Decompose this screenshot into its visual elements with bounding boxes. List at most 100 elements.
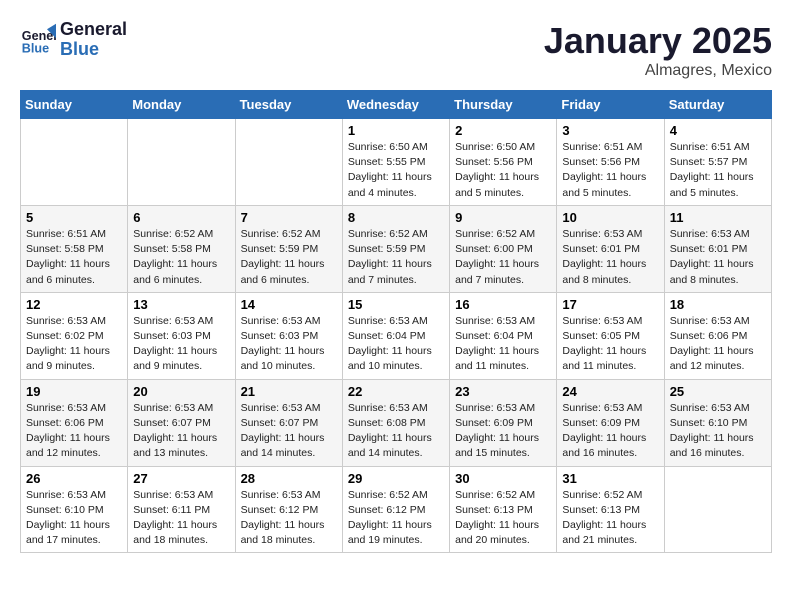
day-info: Sunrise: 6:53 AM Sunset: 6:11 PM Dayligh… — [133, 488, 229, 549]
calendar-cell: 6Sunrise: 6:52 AM Sunset: 5:58 PM Daylig… — [128, 205, 235, 292]
calendar-cell: 4Sunrise: 6:51 AM Sunset: 5:57 PM Daylig… — [664, 119, 771, 206]
day-number: 21 — [241, 384, 337, 399]
logo-icon: General Blue — [20, 22, 56, 58]
day-number: 9 — [455, 210, 551, 225]
calendar-cell: 28Sunrise: 6:53 AM Sunset: 6:12 PM Dayli… — [235, 466, 342, 553]
calendar-cell — [664, 466, 771, 553]
day-number: 17 — [562, 297, 658, 312]
calendar-body: 1 Sunrise: 6:50 AM Sunset: 5:55 PM Daylig… — [21, 119, 772, 553]
day-number: 1 — [348, 123, 444, 138]
day-info: Sunrise: 6:53 AM Sunset: 6:09 PM Dayligh… — [455, 401, 551, 462]
calendar-header: SundayMondayTuesdayWednesdayThursdayFrid… — [21, 91, 772, 119]
calendar-title: January 2025 — [544, 20, 772, 62]
calendar-week-row: 5 Sunrise: 6:51 AM Sunset: 5:58 PM Daylig… — [21, 205, 772, 292]
day-number: 14 — [241, 297, 337, 312]
day-number: 18 — [670, 297, 766, 312]
day-number: 29 — [348, 471, 444, 486]
day-number: 16 — [455, 297, 551, 312]
calendar-cell — [21, 119, 128, 206]
day-number: 20 — [133, 384, 229, 399]
day-number: 7 — [241, 210, 337, 225]
calendar-cell — [235, 119, 342, 206]
header-row: SundayMondayTuesdayWednesdayThursdayFrid… — [21, 91, 772, 119]
day-info: Sunrise: 6:52 AM Sunset: 5:59 PM Dayligh… — [348, 227, 444, 288]
day-number: 3 — [562, 123, 658, 138]
calendar-cell — [128, 119, 235, 206]
day-info: Sunrise: 6:52 AM Sunset: 6:13 PM Dayligh… — [455, 488, 551, 549]
day-number: 13 — [133, 297, 229, 312]
calendar-cell: 20 Sunrise: 6:53 AM Sunset: 6:07 PM Dayli… — [128, 379, 235, 466]
day-info: Sunrise: 6:53 AM Sunset: 6:01 PM Dayligh… — [562, 227, 658, 288]
day-info: Sunrise: 6:51 AM Sunset: 5:58 PM Dayligh… — [26, 227, 122, 288]
day-info: Sunrise: 6:53 AM Sunset: 6:10 PM Dayligh… — [26, 488, 122, 549]
day-number: 8 — [348, 210, 444, 225]
logo-general: General — [60, 20, 127, 40]
day-info: Sunrise: 6:53 AM Sunset: 6:04 PM Dayligh… — [455, 314, 551, 375]
day-info: Sunrise: 6:52 AM Sunset: 5:58 PM Dayligh… — [133, 227, 229, 288]
calendar-cell: 10 Sunrise: 6:53 AM Sunset: 6:01 PM Dayli… — [557, 205, 664, 292]
day-of-week-header: Monday — [128, 91, 235, 119]
calendar-subtitle: Almagres, Mexico — [544, 62, 772, 80]
day-number: 10 — [562, 210, 658, 225]
calendar-cell: 22Sunrise: 6:53 AM Sunset: 6:08 PM Dayli… — [342, 379, 449, 466]
day-info: Sunrise: 6:53 AM Sunset: 6:07 PM Dayligh… — [241, 401, 337, 462]
calendar-cell: 23Sunrise: 6:53 AM Sunset: 6:09 PM Dayli… — [450, 379, 557, 466]
day-info: Sunrise: 6:52 AM Sunset: 6:13 PM Dayligh… — [562, 488, 658, 549]
calendar-cell: 13 Sunrise: 6:53 AM Sunset: 6:03 PM Dayli… — [128, 292, 235, 379]
calendar-cell: 21 Sunrise: 6:53 AM Sunset: 6:07 PM Dayli… — [235, 379, 342, 466]
day-info: Sunrise: 6:53 AM Sunset: 6:06 PM Dayligh… — [670, 314, 766, 375]
day-info: Sunrise: 6:53 AM Sunset: 6:07 PM Dayligh… — [133, 401, 229, 462]
day-number: 30 — [455, 471, 551, 486]
day-info: Sunrise: 6:53 AM Sunset: 6:05 PM Dayligh… — [562, 314, 658, 375]
day-of-week-header: Tuesday — [235, 91, 342, 119]
day-info: Sunrise: 6:52 AM Sunset: 5:59 PM Dayligh… — [241, 227, 337, 288]
calendar-table: SundayMondayTuesdayWednesdayThursdayFrid… — [20, 90, 772, 553]
day-info: Sunrise: 6:50 AM Sunset: 5:55 PM Dayligh… — [348, 140, 444, 201]
logo: General Blue General Blue — [20, 20, 127, 60]
day-number: 25 — [670, 384, 766, 399]
calendar-cell: 2Sunrise: 6:50 AM Sunset: 5:56 PM Daylig… — [450, 119, 557, 206]
calendar-cell: 19 Sunrise: 6:53 AM Sunset: 6:06 PM Dayli… — [21, 379, 128, 466]
calendar-cell: 31 Sunrise: 6:52 AM Sunset: 6:13 PM Dayli… — [557, 466, 664, 553]
svg-text:Blue: Blue — [22, 41, 49, 55]
day-info: Sunrise: 6:53 AM Sunset: 6:06 PM Dayligh… — [26, 401, 122, 462]
calendar-cell: 30 Sunrise: 6:52 AM Sunset: 6:13 PM Dayli… — [450, 466, 557, 553]
day-number: 5 — [26, 210, 122, 225]
logo-blue: Blue — [60, 40, 127, 60]
calendar-cell: 12 Sunrise: 6:53 AM Sunset: 6:02 PM Dayli… — [21, 292, 128, 379]
calendar-week-row: 12 Sunrise: 6:53 AM Sunset: 6:02 PM Dayli… — [21, 292, 772, 379]
day-number: 15 — [348, 297, 444, 312]
day-info: Sunrise: 6:52 AM Sunset: 6:00 PM Dayligh… — [455, 227, 551, 288]
day-of-week-header: Friday — [557, 91, 664, 119]
day-number: 31 — [562, 471, 658, 486]
calendar-week-row: 26Sunrise: 6:53 AM Sunset: 6:10 PM Dayli… — [21, 466, 772, 553]
page-header: General Blue General Blue January 2025 A… — [20, 20, 772, 80]
day-number: 12 — [26, 297, 122, 312]
day-info: Sunrise: 6:53 AM Sunset: 6:01 PM Dayligh… — [670, 227, 766, 288]
day-number: 24 — [562, 384, 658, 399]
day-info: Sunrise: 6:51 AM Sunset: 5:56 PM Dayligh… — [562, 140, 658, 201]
calendar-cell: 3 Sunrise: 6:51 AM Sunset: 5:56 PM Daylig… — [557, 119, 664, 206]
day-info: Sunrise: 6:53 AM Sunset: 6:10 PM Dayligh… — [670, 401, 766, 462]
day-number: 11 — [670, 210, 766, 225]
day-info: Sunrise: 6:50 AM Sunset: 5:56 PM Dayligh… — [455, 140, 551, 201]
day-number: 28 — [241, 471, 337, 486]
day-info: Sunrise: 6:53 AM Sunset: 6:02 PM Dayligh… — [26, 314, 122, 375]
calendar-cell: 11 Sunrise: 6:53 AM Sunset: 6:01 PM Dayli… — [664, 205, 771, 292]
day-of-week-header: Sunday — [21, 91, 128, 119]
calendar-cell: 17 Sunrise: 6:53 AM Sunset: 6:05 PM Dayli… — [557, 292, 664, 379]
calendar-week-row: 1 Sunrise: 6:50 AM Sunset: 5:55 PM Daylig… — [21, 119, 772, 206]
calendar-cell: 27 Sunrise: 6:53 AM Sunset: 6:11 PM Dayli… — [128, 466, 235, 553]
day-number: 27 — [133, 471, 229, 486]
day-of-week-header: Saturday — [664, 91, 771, 119]
calendar-cell: 26Sunrise: 6:53 AM Sunset: 6:10 PM Dayli… — [21, 466, 128, 553]
calendar-cell: 25 Sunrise: 6:53 AM Sunset: 6:10 PM Dayli… — [664, 379, 771, 466]
day-info: Sunrise: 6:53 AM Sunset: 6:09 PM Dayligh… — [562, 401, 658, 462]
day-number: 19 — [26, 384, 122, 399]
calendar-cell: 24 Sunrise: 6:53 AM Sunset: 6:09 PM Dayli… — [557, 379, 664, 466]
calendar-cell: 7 Sunrise: 6:52 AM Sunset: 5:59 PM Daylig… — [235, 205, 342, 292]
calendar-cell: 14Sunrise: 6:53 AM Sunset: 6:03 PM Dayli… — [235, 292, 342, 379]
day-info: Sunrise: 6:53 AM Sunset: 6:03 PM Dayligh… — [133, 314, 229, 375]
day-number: 22 — [348, 384, 444, 399]
calendar-cell: 16 Sunrise: 6:53 AM Sunset: 6:04 PM Dayli… — [450, 292, 557, 379]
